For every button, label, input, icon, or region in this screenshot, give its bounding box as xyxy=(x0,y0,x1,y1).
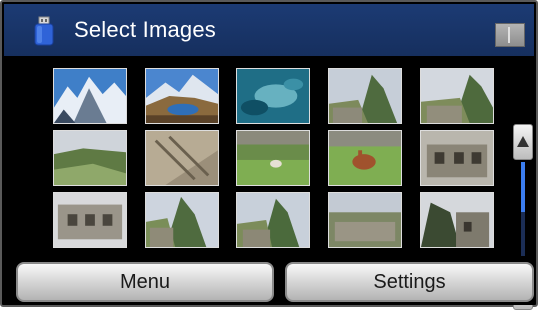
printer-screen: Select Images Menu Settings xyxy=(0,0,538,310)
usb-memory-stick-icon xyxy=(34,16,54,46)
bottom-button-bar: Menu Settings xyxy=(4,256,534,305)
page-title: Select Images xyxy=(74,17,217,42)
image-thumbnail[interactable] xyxy=(420,68,494,124)
image-thumbnail[interactable] xyxy=(53,192,127,248)
image-thumbnail[interactable] xyxy=(53,130,127,186)
image-thumbnail[interactable] xyxy=(145,192,219,248)
image-thumbnail[interactable] xyxy=(236,130,310,186)
arrow-up-icon xyxy=(517,136,529,147)
image-grid xyxy=(4,58,534,310)
image-thumbnail[interactable] xyxy=(328,68,402,124)
image-thumbnail[interactable] xyxy=(328,192,402,248)
scrollbar-thumb[interactable] xyxy=(521,162,525,212)
scroll-up-button[interactable] xyxy=(513,124,533,160)
image-thumbnail[interactable] xyxy=(328,130,402,186)
image-thumbnail[interactable] xyxy=(53,68,127,124)
image-thumbnail[interactable] xyxy=(420,130,494,186)
header-bar: Select Images xyxy=(4,4,534,56)
settings-button[interactable]: Settings xyxy=(285,262,534,302)
image-thumbnail[interactable] xyxy=(236,68,310,124)
image-thumbnail[interactable] xyxy=(145,68,219,124)
image-thumbnail[interactable] xyxy=(145,130,219,186)
image-thumbnail[interactable] xyxy=(420,192,494,248)
image-thumbnail[interactable] xyxy=(236,192,310,248)
menu-button[interactable]: Menu xyxy=(16,262,274,302)
selection-count-badge xyxy=(495,23,525,47)
